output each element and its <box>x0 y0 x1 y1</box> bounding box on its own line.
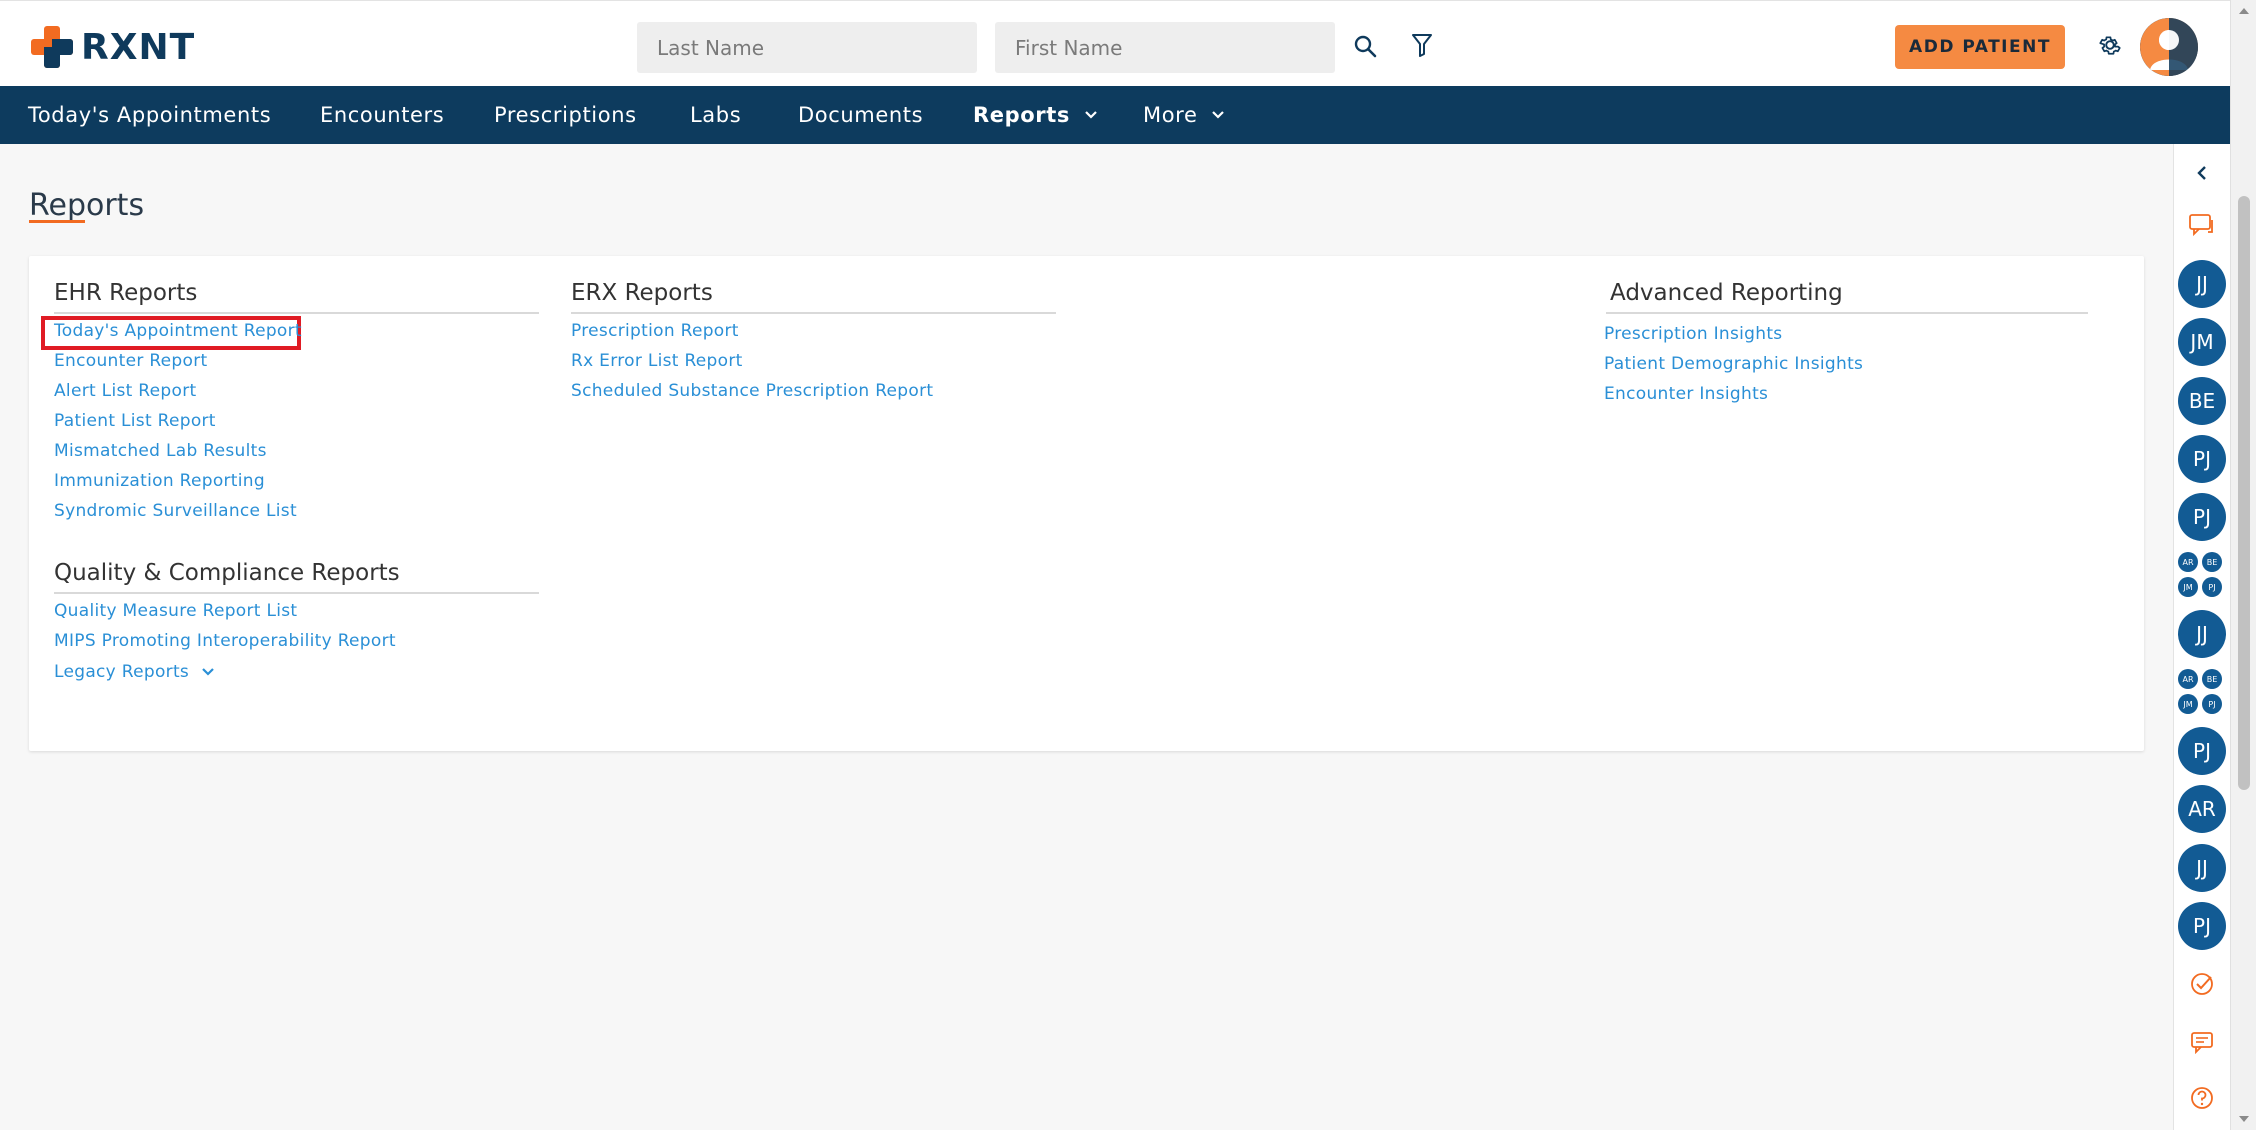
mini-avatar: AR <box>2178 669 2198 689</box>
section-heading: Quality & Compliance Reports <box>54 560 539 594</box>
nav-label: More <box>1143 103 1198 127</box>
avatar-initials: JJ <box>2178 260 2226 308</box>
filter-icon[interactable] <box>1407 30 1437 60</box>
advanced-reporting-section: Advanced Reporting <box>1606 280 2088 314</box>
link-patient-list-report[interactable]: Patient List Report <box>54 411 216 431</box>
nav-todays-appointments[interactable]: Today's Appointments <box>28 86 271 144</box>
mini-avatar: JM <box>2178 577 2198 597</box>
scroll-thumb[interactable] <box>2238 196 2250 790</box>
search-icon[interactable] <box>1350 31 1380 61</box>
scroll-up-arrow-icon[interactable] <box>2239 8 2249 14</box>
link-encounter-insights[interactable]: Encounter Insights <box>1604 384 1768 404</box>
add-patient-button[interactable]: ADD PATIENT <box>1895 25 2065 69</box>
nav-label: Today's Appointments <box>28 103 272 127</box>
gear-icon[interactable] <box>2095 30 2125 60</box>
page-scrollbar[interactable] <box>2230 0 2256 1130</box>
link-prescription-report[interactable]: Prescription Report <box>571 321 739 341</box>
nav-documents[interactable]: Documents <box>798 86 923 144</box>
avatar-initials: PJ <box>2178 493 2226 541</box>
mini-avatar: JM <box>2178 694 2198 714</box>
link-mismatched-lab-results[interactable]: Mismatched Lab Results <box>54 441 267 461</box>
page-title: Reports <box>29 188 145 223</box>
mini-avatar: AR <box>2178 552 2198 572</box>
ehr-reports-section: EHR Reports <box>54 280 539 314</box>
collapse-chevron-icon[interactable] <box>2174 160 2230 186</box>
avatar-initials: PJ <box>2178 727 2226 775</box>
message-icon[interactable] <box>2174 1024 2230 1060</box>
section-heading: EHR Reports <box>54 280 539 314</box>
avatar-initials: AR <box>2178 785 2226 833</box>
link-patient-demographic-insights[interactable]: Patient Demographic Insights <box>1604 354 1863 374</box>
top-header: RXNT ADD PATIENT <box>0 0 2230 86</box>
link-scheduled-substance-prescription-report[interactable]: Scheduled Substance Prescription Report <box>571 381 933 401</box>
link-prescription-insights[interactable]: Prescription Insights <box>1604 324 1782 344</box>
chevron-down-icon <box>1085 111 1097 119</box>
section-heading: Advanced Reporting <box>1606 280 2088 314</box>
scroll-down-arrow-icon[interactable] <box>2239 1116 2249 1122</box>
mini-avatar: BE <box>2202 552 2222 572</box>
link-todays-appointment-report[interactable]: Today's Appointment Report <box>54 321 302 341</box>
user-avatar[interactable] <box>2140 18 2198 76</box>
logo-cross-icon <box>29 24 75 70</box>
nav-label: Reports <box>973 103 1070 127</box>
link-mips-interoperability-report[interactable]: MIPS Promoting Interoperability Report <box>54 631 396 651</box>
title-underline <box>29 220 85 223</box>
rail-avatar[interactable]: JJ <box>2174 609 2230 659</box>
avatar-initials: JJ <box>2178 844 2226 892</box>
chat-bubbles-icon[interactable] <box>2174 210 2230 242</box>
reports-card: EHR Reports Today's Appointment Report E… <box>29 256 2144 751</box>
nav-label: Encounters <box>320 103 445 127</box>
last-name-input[interactable] <box>637 22 977 73</box>
mini-avatar: PJ <box>2202 577 2222 597</box>
quality-compliance-section: Quality & Compliance Reports <box>54 560 539 594</box>
link-rx-error-list-report[interactable]: Rx Error List Report <box>571 351 743 371</box>
avatar-initials: JM <box>2178 318 2226 366</box>
nav-label: Labs <box>690 103 742 127</box>
nav-prescriptions[interactable]: Prescriptions <box>494 86 637 144</box>
link-syndromic-surveillance-list[interactable]: Syndromic Surveillance List <box>54 501 297 521</box>
rail-avatar[interactable]: PJ <box>2174 901 2230 951</box>
chevron-down-icon <box>202 668 214 676</box>
legacy-reports-label: Legacy Reports <box>54 662 190 682</box>
right-rail: JJ JM BE PJ PJ AR BE JM PJ JJ AR BE JM P… <box>2173 144 2230 1130</box>
nav-more[interactable]: More <box>1143 86 1225 144</box>
nav-encounters[interactable]: Encounters <box>320 86 444 144</box>
nav-labs[interactable]: Labs <box>690 86 741 144</box>
nav-label: Prescriptions <box>494 103 637 127</box>
link-encounter-report[interactable]: Encounter Report <box>54 351 207 371</box>
nav-label: Documents <box>798 103 924 127</box>
rail-avatar[interactable]: JJ <box>2174 843 2230 893</box>
mini-avatar: PJ <box>2202 694 2222 714</box>
help-icon[interactable] <box>2174 1080 2230 1116</box>
rail-group-avatar[interactable]: AR BE JM PJ <box>2174 551 2230 601</box>
rail-avatar[interactable]: JM <box>2174 317 2230 367</box>
link-alert-list-report[interactable]: Alert List Report <box>54 381 196 401</box>
task-check-icon[interactable] <box>2174 966 2230 1002</box>
rail-avatar[interactable]: PJ <box>2174 434 2230 484</box>
avatar-initials: JJ <box>2178 610 2226 658</box>
chevron-down-icon <box>1212 111 1225 119</box>
first-name-input[interactable] <box>995 22 1335 73</box>
rxnt-logo[interactable]: RXNT <box>29 23 195 71</box>
rail-avatar[interactable]: PJ <box>2174 726 2230 776</box>
avatar-initials: PJ <box>2178 435 2226 483</box>
main-nav: Today's Appointments Encounters Prescrip… <box>0 86 2230 144</box>
rail-avatar[interactable]: PJ <box>2174 492 2230 542</box>
rail-avatar[interactable]: JJ <box>2174 259 2230 309</box>
avatar-initials: BE <box>2178 377 2226 425</box>
link-immunization-reporting[interactable]: Immunization Reporting <box>54 471 265 491</box>
link-quality-measure-report-list[interactable]: Quality Measure Report List <box>54 601 297 621</box>
link-legacy-reports[interactable]: Legacy Reports <box>54 662 215 682</box>
rail-group-avatar[interactable]: AR BE JM PJ <box>2174 668 2230 718</box>
section-heading: ERX Reports <box>571 280 1056 314</box>
rail-avatar[interactable]: AR <box>2174 784 2230 834</box>
avatar-initials: PJ <box>2178 902 2226 950</box>
erx-reports-section: ERX Reports <box>571 280 1056 314</box>
nav-reports[interactable]: Reports <box>973 86 1098 144</box>
rail-avatar[interactable]: BE <box>2174 376 2230 426</box>
logo-text: RXNT <box>81 26 196 68</box>
mini-avatar: BE <box>2202 669 2222 689</box>
